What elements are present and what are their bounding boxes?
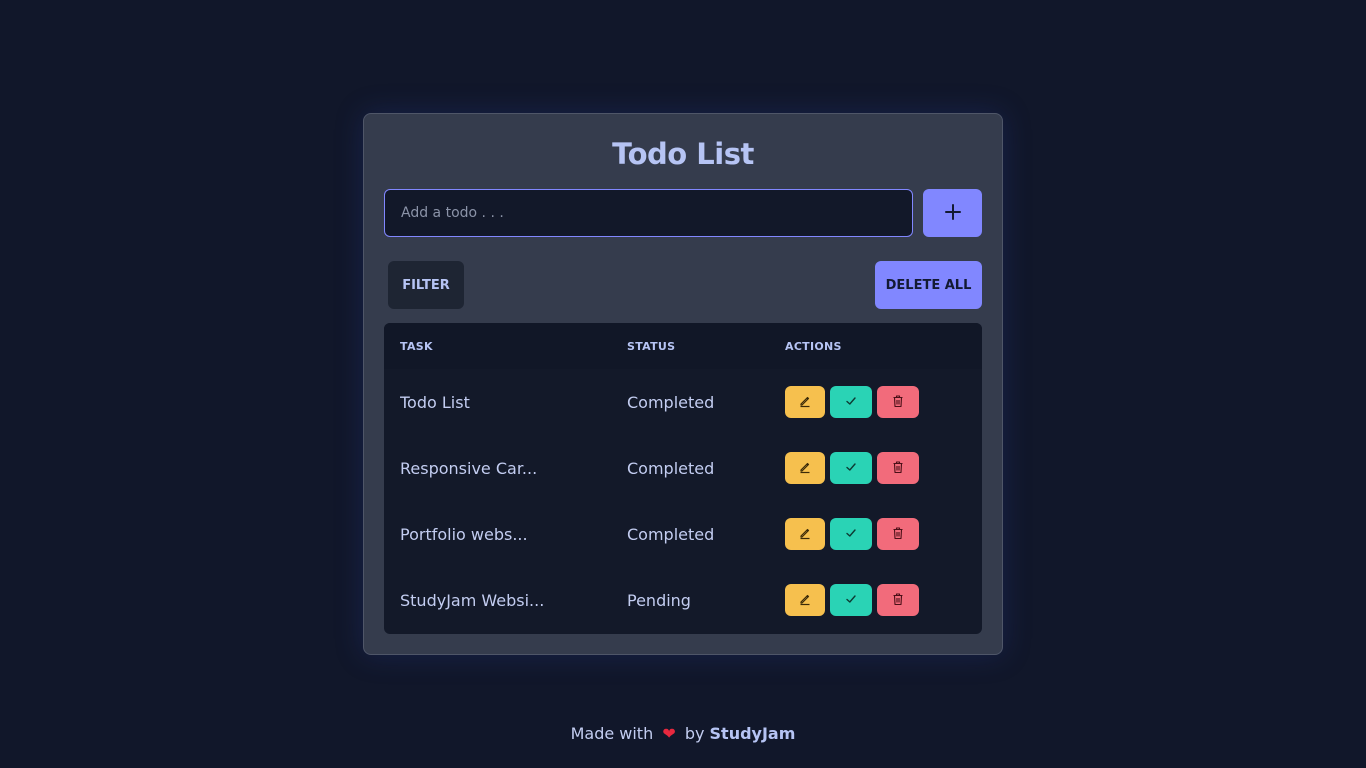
todo-card: Todo List FILTER DELETE ALL TASK STATUS … bbox=[363, 113, 1003, 655]
check-icon bbox=[845, 461, 857, 476]
delete-button[interactable] bbox=[877, 386, 919, 418]
edit-button[interactable] bbox=[785, 452, 825, 484]
task-status: Completed bbox=[627, 458, 715, 478]
trash-icon bbox=[892, 592, 904, 609]
task-name: Responsive Car... bbox=[400, 458, 538, 478]
header-task: TASK bbox=[400, 340, 433, 353]
delete-button[interactable] bbox=[877, 452, 919, 484]
pencil-icon bbox=[798, 526, 812, 543]
delete-button[interactable] bbox=[877, 584, 919, 616]
complete-button[interactable] bbox=[830, 518, 872, 550]
header-actions: ACTIONS bbox=[785, 340, 842, 353]
todo-input[interactable] bbox=[384, 189, 913, 237]
heart-icon: ❤ bbox=[662, 724, 676, 743]
add-todo-button[interactable] bbox=[923, 189, 982, 237]
plus-icon bbox=[944, 203, 962, 224]
edit-button[interactable] bbox=[785, 386, 825, 418]
table-row: StudyJam Websi... Pending bbox=[384, 567, 982, 633]
complete-button[interactable] bbox=[830, 386, 872, 418]
footer-brand-link[interactable]: StudyJam bbox=[710, 724, 796, 743]
table-row: Portfolio webs... Completed bbox=[384, 501, 982, 567]
task-name: Todo List bbox=[400, 392, 470, 412]
pencil-icon bbox=[798, 394, 812, 411]
table-row: Todo List Completed bbox=[384, 369, 982, 435]
header-status: STATUS bbox=[627, 340, 676, 353]
row-actions bbox=[785, 452, 919, 484]
complete-button[interactable] bbox=[830, 584, 872, 616]
edit-button[interactable] bbox=[785, 584, 825, 616]
pencil-icon bbox=[798, 592, 812, 609]
todo-table: TASK STATUS ACTIONS Todo List Completed … bbox=[384, 323, 982, 634]
footer: Made with ❤ by StudyJam bbox=[0, 724, 1366, 743]
delete-button[interactable] bbox=[877, 518, 919, 550]
delete-all-button[interactable]: DELETE ALL bbox=[875, 261, 982, 309]
footer-middle: by bbox=[684, 724, 705, 743]
task-name: StudyJam Websi... bbox=[400, 590, 545, 610]
task-status: Completed bbox=[627, 524, 715, 544]
row-actions bbox=[785, 584, 919, 616]
task-status: Pending bbox=[627, 590, 691, 610]
page-title: Todo List bbox=[612, 137, 754, 171]
table-header: TASK STATUS ACTIONS bbox=[384, 323, 982, 369]
footer-prefix: Made with bbox=[570, 724, 654, 743]
table-row: Responsive Car... Completed bbox=[384, 435, 982, 501]
complete-button[interactable] bbox=[830, 452, 872, 484]
task-status: Completed bbox=[627, 392, 715, 412]
row-actions bbox=[785, 518, 919, 550]
trash-icon bbox=[892, 460, 904, 477]
row-actions bbox=[785, 386, 919, 418]
check-icon bbox=[845, 395, 857, 410]
trash-icon bbox=[892, 394, 904, 411]
trash-icon bbox=[892, 526, 904, 543]
task-name: Portfolio webs... bbox=[400, 524, 528, 544]
filter-button[interactable]: FILTER bbox=[388, 261, 464, 309]
edit-button[interactable] bbox=[785, 518, 825, 550]
pencil-icon bbox=[798, 460, 812, 477]
check-icon bbox=[845, 593, 857, 608]
check-icon bbox=[845, 527, 857, 542]
